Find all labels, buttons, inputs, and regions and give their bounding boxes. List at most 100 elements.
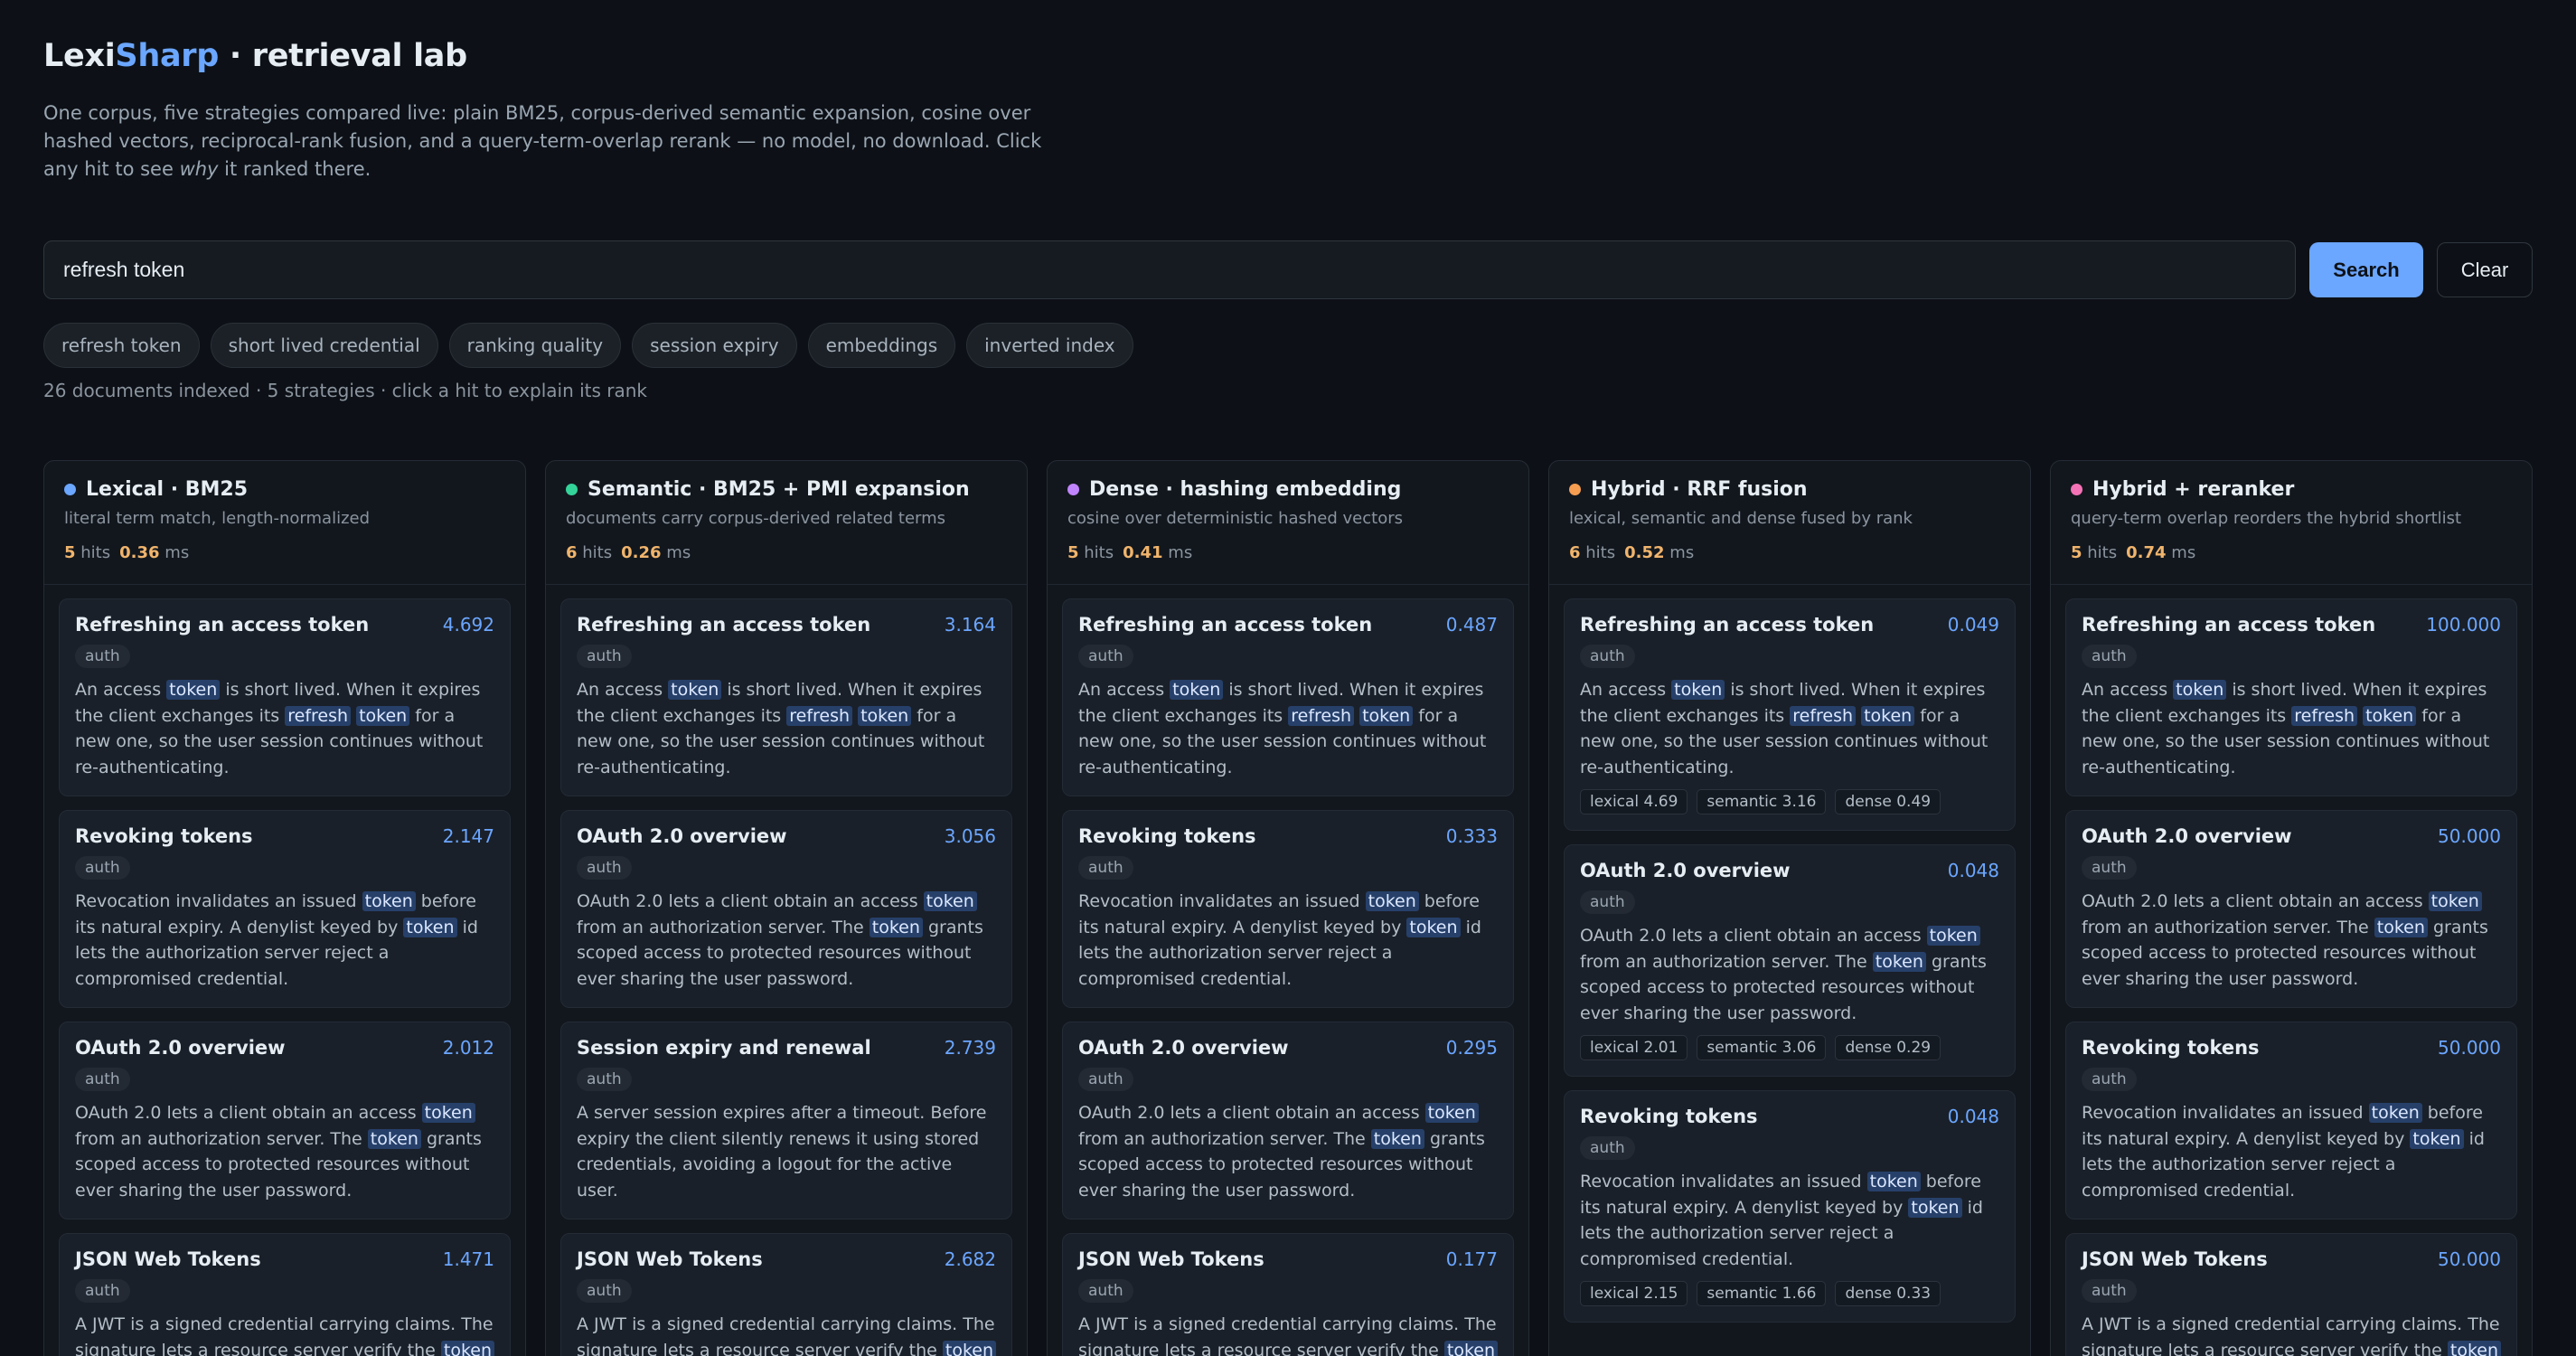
- hit-snippet: Revocation invalidates an issued token b…: [2082, 1100, 2501, 1203]
- hit-card[interactable]: Revoking tokens 50.000 auth Revocation inva…: [2065, 1022, 2517, 1219]
- hit-card[interactable]: OAuth 2.0 overview 0.295 auth OAuth 2.0 let…: [1062, 1022, 1514, 1219]
- strategy-column-rerank: Hybrid + reranker query-term overlap reor…: [2050, 460, 2533, 1356]
- hit-header: JSON Web Tokens 1.471: [75, 1248, 494, 1270]
- hit-card[interactable]: JSON Web Tokens 2.682 auth A JWT is a signe…: [560, 1233, 1012, 1356]
- hit-card[interactable]: OAuth 2.0 overview 3.056 auth OAuth 2.0 let…: [560, 810, 1012, 1008]
- hit-snippet: OAuth 2.0 lets a client obtain an access…: [75, 1100, 494, 1203]
- hit-snippet: OAuth 2.0 lets a client obtain an access…: [1580, 923, 1999, 1026]
- query-chip[interactable]: embeddings: [807, 323, 956, 368]
- hit-card[interactable]: Refreshing an access token 0.049 auth An ac…: [1564, 598, 2016, 831]
- hit-title: OAuth 2.0 overview: [1580, 860, 1791, 881]
- snippet-text: A server session expires after a timeout…: [577, 1103, 987, 1201]
- hit-header: Refreshing an access token 0.049: [1580, 614, 1999, 636]
- column-stats: 5 hits 0.36 ms: [64, 543, 505, 562]
- highlighted-term: token: [869, 917, 923, 937]
- hit-header: OAuth 2.0 overview 3.056: [577, 825, 996, 847]
- highlighted-term: token: [1443, 1340, 1499, 1356]
- hit-card[interactable]: Refreshing an access token 4.692 auth An ac…: [59, 598, 511, 796]
- highlighted-term: token: [421, 1103, 475, 1123]
- snippet-text: Revocation invalidates an issued: [1078, 891, 1366, 911]
- highlighted-term: token: [1359, 705, 1414, 726]
- snippet-text: from an authorization server. The: [577, 917, 870, 937]
- latency-unit: ms: [666, 543, 691, 562]
- hit-list: Refreshing an access token 100.000 auth An …: [2051, 585, 2532, 1356]
- hit-card[interactable]: Revoking tokens 2.147 auth Revocation inval…: [59, 810, 511, 1008]
- hit-card[interactable]: Refreshing an access token 0.487 auth An ac…: [1062, 598, 1514, 796]
- hit-snippet: An access token is short lived. When it …: [1580, 677, 1999, 780]
- clear-button[interactable]: Clear: [2437, 242, 2533, 297]
- query-chip[interactable]: inverted index: [966, 323, 1133, 368]
- hit-snippet: OAuth 2.0 lets a client obtain an access…: [1078, 1100, 1498, 1203]
- hit-title: OAuth 2.0 overview: [2082, 825, 2292, 847]
- hit-card[interactable]: Session expiry and renewal 2.739 auth A ser…: [560, 1022, 1012, 1219]
- hit-header: OAuth 2.0 overview 50.000: [2082, 825, 2501, 847]
- latency-unit: ms: [165, 543, 190, 562]
- latency-value: 0.36: [119, 543, 160, 562]
- hit-count: 5: [1067, 543, 1079, 562]
- hit-card[interactable]: JSON Web Tokens 1.471 auth A JWT is a signe…: [59, 1233, 511, 1356]
- hit-count-label: hits: [1585, 543, 1616, 562]
- hit-header: Revoking tokens 0.333: [1078, 825, 1498, 847]
- hit-header: JSON Web Tokens 50.000: [2082, 1248, 2501, 1270]
- query-chip[interactable]: session expiry: [632, 323, 797, 368]
- hit-card[interactable]: Revoking tokens 0.333 auth Revocation inval…: [1062, 810, 1514, 1008]
- column-subtitle: literal term match, length-normalized: [64, 509, 371, 528]
- hit-snippet: An access token is short lived. When it …: [1078, 677, 1498, 780]
- column-header: Semantic · BM25 + PMI expansion documents…: [546, 461, 1027, 585]
- hit-score: 3.056: [944, 825, 996, 847]
- hit-title: OAuth 2.0 overview: [75, 1037, 286, 1059]
- column-title: Hybrid + reranker: [2071, 478, 2512, 501]
- hit-card[interactable]: Refreshing an access token 3.164 auth An ac…: [560, 598, 1012, 796]
- column-header: Dense · hashing embedding cosine over det…: [1048, 461, 1528, 585]
- hit-snippet: A JWT is a signed credential carrying cl…: [2082, 1312, 2502, 1356]
- hit-header: JSON Web Tokens 0.177: [1078, 1248, 1498, 1270]
- hit-score: 0.295: [1445, 1037, 1498, 1059]
- hit-header: Refreshing an access token 100.000: [2082, 614, 2501, 636]
- category-tag: auth: [1580, 1136, 1635, 1160]
- column-header: Hybrid · RRF fusion lexical, semantic and…: [1549, 461, 2030, 585]
- strategy-column-dense: Dense · hashing embedding cosine over det…: [1047, 460, 1529, 1356]
- highlighted-term: token: [440, 1340, 495, 1356]
- query-chip[interactable]: refresh token: [43, 323, 200, 368]
- hit-list: Refreshing an access token 4.692 auth An ac…: [44, 585, 525, 1356]
- score-breakdown: lexical 2.01 semantic 3.06 dense 0.29: [1580, 1035, 1999, 1060]
- hit-card[interactable]: JSON Web Tokens 50.000 auth A JWT is a sign…: [2065, 1233, 2517, 1356]
- highlighted-term: token: [1406, 917, 1461, 937]
- snippet-text: A JWT is a signed credential carrying cl…: [1078, 1314, 1497, 1356]
- column-subtitle: query-term overlap reorders the hybrid s…: [2071, 509, 2462, 528]
- hit-card[interactable]: Revoking tokens 0.048 auth Revocation inval…: [1564, 1090, 2016, 1323]
- hit-card[interactable]: JSON Web Tokens 0.177 auth A JWT is a signe…: [1062, 1233, 1514, 1356]
- strategy-columns: Lexical · BM25 literal term match, length…: [43, 460, 2533, 1356]
- column-header: Hybrid + reranker query-term overlap reor…: [2051, 461, 2532, 585]
- score-badge: semantic 1.66: [1697, 1281, 1827, 1306]
- hit-card[interactable]: OAuth 2.0 overview 0.048 auth OAuth 2.0 let…: [1564, 844, 2016, 1077]
- title-lexi: Lexi: [43, 38, 116, 74]
- highlighted-term: token: [362, 891, 416, 911]
- hit-title: Refreshing an access token: [1078, 614, 1373, 636]
- column-subtitle: cosine over deterministic hashed vectors: [1067, 509, 1403, 528]
- latency-value: 0.52: [1624, 543, 1665, 562]
- hit-title: OAuth 2.0 overview: [577, 825, 787, 847]
- hit-snippet: OAuth 2.0 lets a client obtain an access…: [2082, 889, 2501, 992]
- snippet-text: A JWT is a signed credential carrying cl…: [75, 1314, 494, 1356]
- column-title-text: Semantic · BM25 + PMI expansion: [588, 478, 970, 501]
- hit-card[interactable]: Refreshing an access token 100.000 auth An …: [2065, 598, 2517, 796]
- category-tag: auth: [1078, 856, 1133, 880]
- highlighted-term: token: [1424, 1103, 1479, 1123]
- category-tag: auth: [75, 856, 130, 880]
- search-input[interactable]: [43, 240, 2296, 299]
- hit-title: Revoking tokens: [75, 825, 253, 847]
- hit-snippet: A JWT is a signed credential carrying cl…: [1078, 1312, 1499, 1356]
- hit-title: JSON Web Tokens: [2082, 1248, 2268, 1270]
- highlighted-term: token: [1866, 1172, 1921, 1191]
- snippet-text: from an authorization server. The: [1078, 1128, 1371, 1149]
- query-chip[interactable]: short lived credential: [210, 323, 438, 368]
- hit-card[interactable]: OAuth 2.0 overview 2.012 auth OAuth 2.0 let…: [59, 1022, 511, 1219]
- hit-score: 2.147: [442, 825, 494, 847]
- search-button[interactable]: Search: [2309, 242, 2423, 297]
- query-chip[interactable]: ranking quality: [448, 323, 622, 368]
- category-tag: auth: [1078, 1279, 1133, 1303]
- hit-card[interactable]: OAuth 2.0 overview 50.000 auth OAuth 2.0 le…: [2065, 810, 2517, 1008]
- latency-value: 0.74: [2126, 543, 2167, 562]
- hit-snippet: A server session expires after a timeout…: [577, 1100, 996, 1203]
